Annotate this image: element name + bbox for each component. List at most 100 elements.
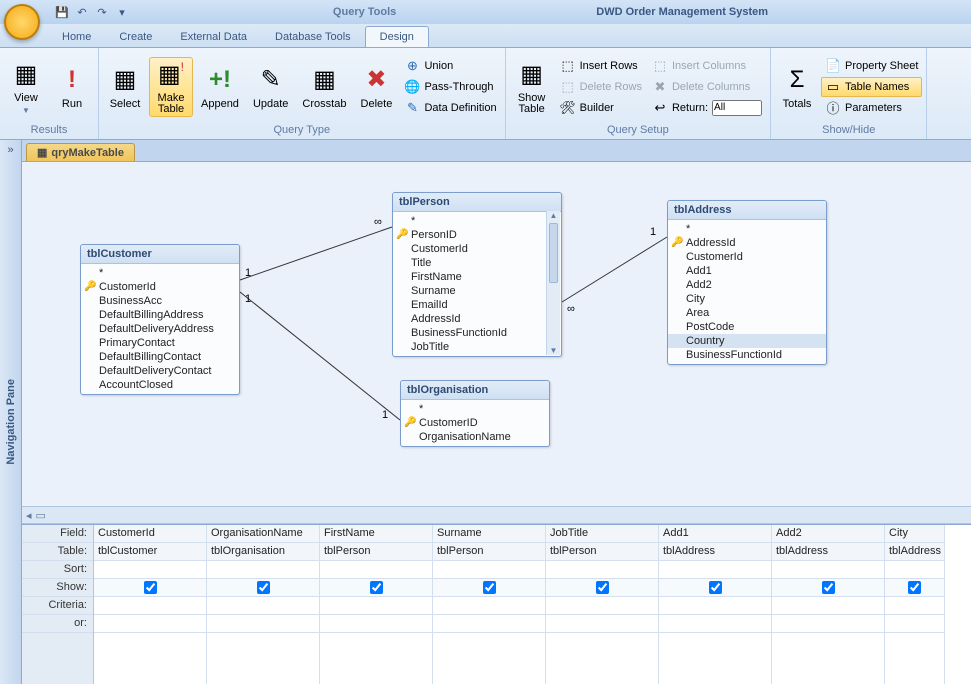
grid-column[interactable]: Add2tblAddress <box>772 525 885 684</box>
property-sheet-button[interactable]: 📄Property Sheet <box>821 56 922 76</box>
field-row[interactable]: AccountClosed <box>81 378 239 392</box>
grid-column[interactable]: SurnametblPerson <box>433 525 546 684</box>
navigation-pane-collapsed[interactable]: » Navigation Pane <box>0 140 22 684</box>
update-button[interactable]: ✎Update <box>247 62 294 112</box>
table-names-button[interactable]: ▭Table Names <box>821 77 922 97</box>
grid-cell-or[interactable] <box>207 615 319 633</box>
grid-cell-or[interactable] <box>433 615 545 633</box>
grid-cell-sort[interactable] <box>433 561 545 579</box>
qat-dropdown-icon[interactable]: ▾ <box>114 4 130 20</box>
grid-cell-table[interactable]: tblAddress <box>885 543 944 561</box>
scroll-thumb-icon[interactable]: ▭ <box>36 509 46 522</box>
make-table-button[interactable]: ▦!Make Table <box>149 57 193 117</box>
table-box-tblcustomer[interactable]: tblCustomer *🔑CustomerIdBusinessAccDefau… <box>80 244 240 395</box>
grid-cell-sort[interactable] <box>772 561 884 579</box>
field-row[interactable]: Add1 <box>668 264 826 278</box>
grid-cell-sort[interactable] <box>320 561 432 579</box>
grid-cell-table[interactable]: tblPerson <box>546 543 658 561</box>
grid-cell-show[interactable] <box>433 579 545 597</box>
grid-cell-show[interactable] <box>94 579 206 597</box>
show-checkbox[interactable] <box>596 581 609 594</box>
return-control[interactable]: ↩Return: <box>648 98 766 118</box>
field-row[interactable]: CustomerId <box>668 250 826 264</box>
grid-cell-field[interactable]: FirstName <box>320 525 432 543</box>
select-button[interactable]: ▦Select <box>103 62 147 112</box>
field-row[interactable]: * <box>81 266 239 280</box>
grid-column[interactable]: Add1tblAddress <box>659 525 772 684</box>
field-row[interactable]: Area <box>668 306 826 320</box>
grid-cell-field[interactable]: JobTitle <box>546 525 658 543</box>
grid-cell-show[interactable] <box>320 579 432 597</box>
field-row[interactable]: PrimaryContact <box>81 336 239 350</box>
field-row[interactable]: OrganisationName <box>401 430 549 444</box>
field-row[interactable]: BusinessAcc <box>81 294 239 308</box>
table-box-tblorganisation[interactable]: tblOrganisation *🔑CustomerIDOrganisation… <box>400 380 550 447</box>
totals-button[interactable]: ΣTotals <box>775 62 819 112</box>
field-row[interactable]: Country <box>668 334 826 348</box>
grid-cell-criteria[interactable] <box>659 597 771 615</box>
grid-cell-table[interactable]: tblOrganisation <box>207 543 319 561</box>
tab-home[interactable]: Home <box>48 27 105 47</box>
grid-cell-criteria[interactable] <box>320 597 432 615</box>
save-icon[interactable]: 💾 <box>54 4 70 20</box>
grid-cell-sort[interactable] <box>207 561 319 579</box>
show-checkbox[interactable] <box>709 581 722 594</box>
grid-cell-field[interactable]: CustomerId <box>94 525 206 543</box>
grid-cell-table[interactable]: tblPerson <box>433 543 545 561</box>
object-tab-qrymaketable[interactable]: ▦ qryMakeTable <box>26 143 135 161</box>
field-row[interactable]: FirstName <box>393 270 546 284</box>
field-row[interactable]: 🔑CustomerID <box>401 416 549 430</box>
field-row[interactable]: BusinessFunctionId <box>393 326 546 340</box>
grid-cell-field[interactable]: Add1 <box>659 525 771 543</box>
relationship-canvas[interactable]: 1 ∞ 1 1 ∞ 1 tblCustomer *🔑CustomerIdBusi… <box>22 162 971 506</box>
horizontal-splitter[interactable]: ◂▭ <box>22 506 971 524</box>
grid-cell-or[interactable] <box>546 615 658 633</box>
grid-cell-or[interactable] <box>94 615 206 633</box>
grid-column[interactable]: OrganisationNametblOrganisation <box>207 525 320 684</box>
tab-create[interactable]: Create <box>105 27 166 47</box>
grid-cell-criteria[interactable] <box>885 597 944 615</box>
field-row[interactable]: DefaultDeliveryContact <box>81 364 239 378</box>
builder-button[interactable]: 🛠Builder <box>556 98 646 118</box>
passthrough-button[interactable]: 🌐Pass-Through <box>400 77 500 97</box>
grid-cell-field[interactable]: Add2 <box>772 525 884 543</box>
show-checkbox[interactable] <box>144 581 157 594</box>
grid-cell-sort[interactable] <box>546 561 658 579</box>
delete-button[interactable]: ✖Delete <box>354 62 398 112</box>
grid-cell-show[interactable] <box>772 579 884 597</box>
view-button[interactable]: ▦ View ▼ <box>4 56 48 117</box>
field-row[interactable]: 🔑AddressId <box>668 236 826 250</box>
grid-cell-or[interactable] <box>320 615 432 633</box>
grid-cell-sort[interactable] <box>94 561 206 579</box>
redo-icon[interactable]: ↷ <box>94 4 110 20</box>
field-row[interactable]: CustomerId <box>393 242 546 256</box>
grid-cell-criteria[interactable] <box>207 597 319 615</box>
grid-cell-sort[interactable] <box>885 561 944 579</box>
grid-column[interactable]: CustomerIdtblCustomer <box>94 525 207 684</box>
grid-cell-show[interactable] <box>659 579 771 597</box>
grid-cell-show[interactable] <box>207 579 319 597</box>
grid-cell-field[interactable]: City <box>885 525 944 543</box>
grid-cell-table[interactable]: tblAddress <box>772 543 884 561</box>
field-row[interactable]: EmailId <box>393 298 546 312</box>
grid-cell-field[interactable]: OrganisationName <box>207 525 319 543</box>
field-row[interactable]: City <box>668 292 826 306</box>
scrollbar[interactable]: ▲▼ <box>546 211 560 355</box>
field-row[interactable]: AddressId <box>393 312 546 326</box>
tab-design[interactable]: Design <box>365 26 429 47</box>
grid-cell-or[interactable] <box>885 615 944 633</box>
datadef-button[interactable]: ✎Data Definition <box>400 98 500 118</box>
delete-rows-button[interactable]: ⬚Delete Rows <box>556 77 646 97</box>
field-row[interactable]: * <box>401 402 549 416</box>
grid-column[interactable]: JobTitletblPerson <box>546 525 659 684</box>
delete-columns-button[interactable]: ✖Delete Columns <box>648 77 766 97</box>
show-checkbox[interactable] <box>908 581 921 594</box>
show-checkbox[interactable] <box>822 581 835 594</box>
run-button[interactable]: ! Run <box>50 62 94 112</box>
field-row[interactable]: * <box>668 222 826 236</box>
grid-cell-or[interactable] <box>772 615 884 633</box>
grid-cell-show[interactable] <box>546 579 658 597</box>
show-checkbox[interactable] <box>257 581 270 594</box>
field-row[interactable]: DefaultBillingAddress <box>81 308 239 322</box>
grid-cell-criteria[interactable] <box>546 597 658 615</box>
